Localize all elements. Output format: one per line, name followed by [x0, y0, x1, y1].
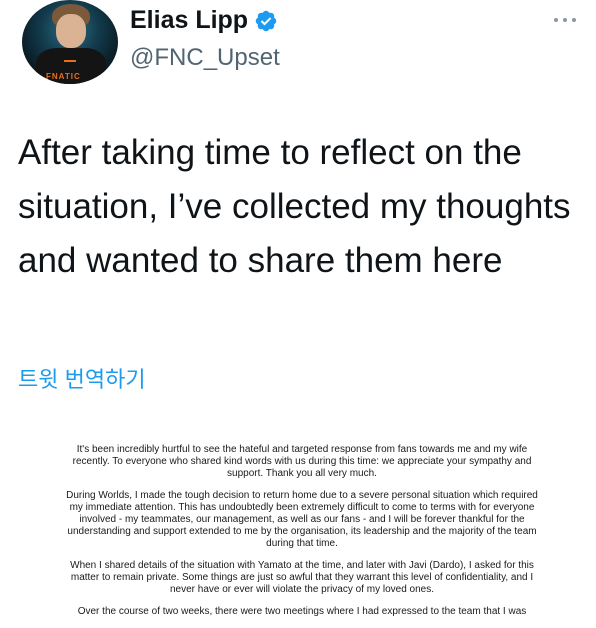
- display-name[interactable]: Elias Lipp: [130, 6, 248, 35]
- statement-image[interactable]: It's been incredibly hurtful to see the …: [62, 444, 542, 628]
- verified-badge-icon: [255, 10, 277, 31]
- name-row: Elias Lipp: [130, 6, 278, 35]
- avatar-face: [56, 14, 86, 48]
- tweet-header: FNATIC Elias Lipp @FNC_Upset: [14, 0, 584, 90]
- avatar[interactable]: FNATIC: [22, 0, 118, 84]
- statement-paragraph: It's been incredibly hurtful to see the …: [72, 444, 532, 479]
- team-logo-icon: [64, 60, 76, 68]
- translate-tweet-link[interactable]: 트윗 번역하기: [18, 362, 146, 394]
- statement-paragraph: During Worlds, I made the tough decision…: [66, 490, 538, 549]
- statement-paragraph: Over the course of two weeks, there were…: [77, 606, 527, 617]
- more-options-icon[interactable]: [550, 10, 580, 30]
- tweet-text: After taking time to reflect on the situ…: [18, 133, 571, 280]
- avatar-brand-text: FNATIC: [46, 72, 81, 81]
- user-handle[interactable]: @FNC_Upset: [130, 44, 280, 72]
- statement-paragraph: When I shared details of the situation w…: [70, 560, 534, 595]
